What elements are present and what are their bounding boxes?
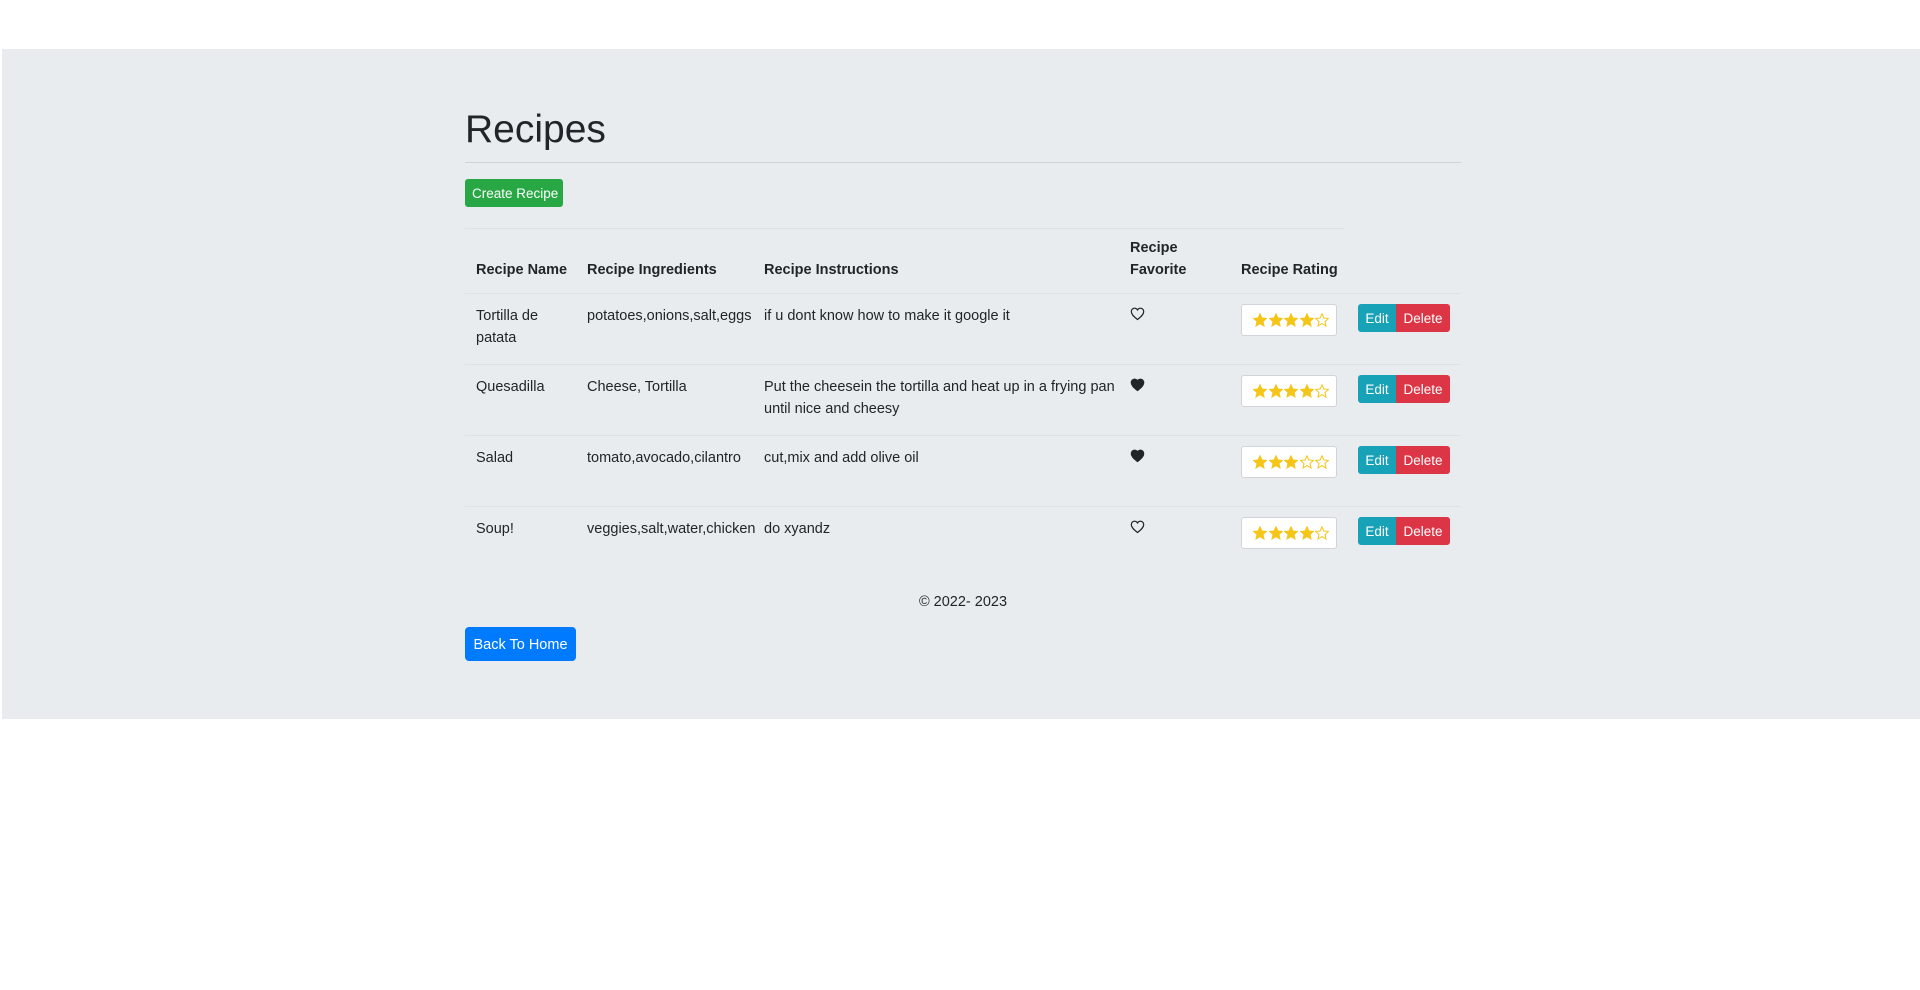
rating-stars[interactable] xyxy=(1241,375,1337,407)
heart-filled-icon[interactable] xyxy=(1130,378,1145,392)
star-filled-icon[interactable] xyxy=(1253,384,1267,398)
star-empty-icon[interactable] xyxy=(1315,526,1329,540)
edit-button[interactable]: Edit xyxy=(1358,304,1396,332)
delete-button[interactable]: Delete xyxy=(1396,375,1450,403)
back-to-home-button[interactable]: Back To Home xyxy=(465,627,576,661)
star-filled-icon[interactable] xyxy=(1299,526,1314,540)
heart-outline-icon[interactable] xyxy=(1130,520,1145,534)
recipe-row: Tortilla de patata potatoes,onions,salt,e… xyxy=(465,293,1461,365)
recipe-name: Soup! xyxy=(476,521,514,537)
recipe-name: Quesadilla xyxy=(476,379,545,395)
star-filled-icon[interactable] xyxy=(1284,313,1298,327)
edit-button[interactable]: Edit xyxy=(1358,446,1396,474)
recipe-instructions: if u dont know how to make it google it xyxy=(764,308,1010,324)
header-recipe-ingredients: Recipe Ingredients xyxy=(587,262,717,278)
delete-button[interactable]: Delete xyxy=(1396,304,1450,332)
header-recipe-favorite: Recipe Favorite xyxy=(1130,240,1187,278)
star-filled-icon[interactable] xyxy=(1284,526,1298,540)
page-title: Recipes xyxy=(465,108,606,151)
star-filled-icon[interactable] xyxy=(1253,526,1267,540)
star-filled-icon[interactable] xyxy=(1284,455,1298,469)
recipe-instructions: do xyandz xyxy=(764,521,831,537)
delete-button[interactable]: Delete xyxy=(1396,517,1450,545)
recipe-ingredients: potatoes,onions,salt,eggs xyxy=(587,308,752,324)
recipe-row: Soup! veggies,salt,water,chicken do xyandz… xyxy=(465,506,1461,578)
heart-outline-icon[interactable] xyxy=(1130,307,1145,321)
rating-stars[interactable] xyxy=(1241,517,1337,549)
table-top-border xyxy=(465,228,1345,229)
star-empty-icon[interactable] xyxy=(1315,313,1329,327)
recipe-row: Salad tomato,avocado,cilantro cut,mix and … xyxy=(465,435,1461,507)
star-filled-icon[interactable] xyxy=(1268,384,1283,398)
star-filled-icon[interactable] xyxy=(1253,455,1267,469)
star-filled-icon[interactable] xyxy=(1284,384,1298,398)
recipe-ingredients: tomato,avocado,cilantro xyxy=(587,450,741,466)
copyright-footer: © 2022- 2023 xyxy=(918,594,1008,610)
star-empty-icon[interactable] xyxy=(1315,455,1329,469)
row-actions: Edit Delete xyxy=(1358,446,1450,474)
rating-stars[interactable] xyxy=(1241,304,1337,336)
delete-button[interactable]: Delete xyxy=(1396,446,1450,474)
recipe-row: Quesadilla Cheese, Tortilla Put the cheese… xyxy=(465,364,1461,436)
star-empty-icon[interactable] xyxy=(1315,384,1329,398)
star-filled-icon[interactable] xyxy=(1268,526,1283,540)
edit-button[interactable]: Edit xyxy=(1358,517,1396,545)
header-recipe-rating: Recipe Rating xyxy=(1241,262,1338,278)
row-actions: Edit Delete xyxy=(1358,517,1450,545)
recipe-ingredients: veggies,salt,water,chicken xyxy=(587,521,756,537)
header-recipe-name: Recipe Name xyxy=(476,262,568,278)
recipe-instructions: Put the cheesein the tortilla and heat u… xyxy=(764,379,1115,417)
star-filled-icon[interactable] xyxy=(1268,455,1283,469)
star-filled-icon[interactable] xyxy=(1299,313,1314,327)
row-actions: Edit Delete xyxy=(1358,375,1450,403)
recipe-name: Tortilla de patata xyxy=(476,308,539,346)
star-filled-icon[interactable] xyxy=(1253,313,1267,327)
heart-filled-icon[interactable] xyxy=(1130,449,1145,463)
star-filled-icon[interactable] xyxy=(1268,313,1283,327)
recipe-ingredients: Cheese, Tortilla xyxy=(587,379,687,395)
star-empty-icon[interactable] xyxy=(1299,455,1314,469)
recipe-name: Salad xyxy=(476,450,514,466)
star-filled-icon[interactable] xyxy=(1299,384,1314,398)
rating-stars[interactable] xyxy=(1241,446,1337,478)
title-divider xyxy=(465,162,1461,163)
create-recipe-button[interactable]: Create Recipe xyxy=(465,179,563,207)
recipes-panel: Recipes Create Recipe Recipe Name Recipe… xyxy=(2,49,1920,719)
header-recipe-instructions: Recipe Instructions xyxy=(764,262,899,278)
edit-button[interactable]: Edit xyxy=(1358,375,1396,403)
row-actions: Edit Delete xyxy=(1358,304,1450,332)
recipe-instructions: cut,mix and add olive oil xyxy=(764,450,919,466)
